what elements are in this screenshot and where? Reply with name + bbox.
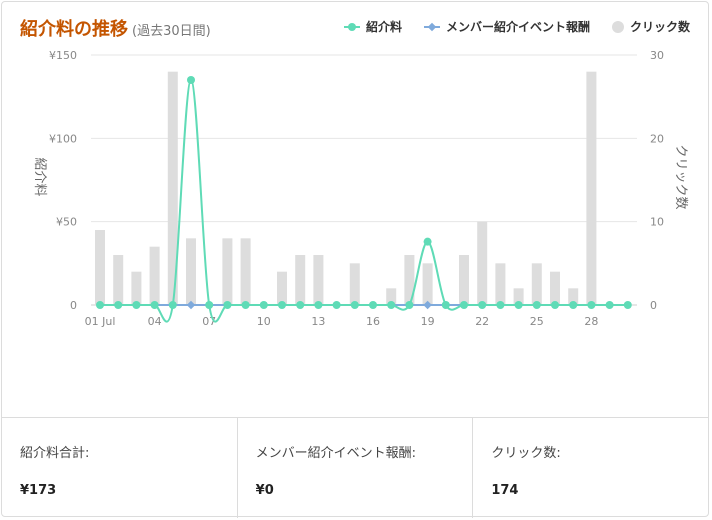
summary-footer: 紹介料合計: ¥173 メンバー紹介イベント報酬: ¥0 クリック数: 174 [2,417,708,518]
legend-item-member-event-reward[interactable]: メンバー紹介イベント報酬 [423,18,590,35]
x-tick-label: 04 [148,315,162,328]
y-right-tick-label: 20 [650,132,664,145]
referral-fee-point [441,301,450,309]
referral-fee-line [100,78,628,323]
bar [422,263,433,305]
referral-fee-point [387,301,396,309]
stat-value: ¥173 [20,483,57,498]
referral-fee-point [623,301,632,309]
stat-value: ¥0 [255,483,274,498]
bar [186,238,196,305]
y-right-tick-label: 30 [650,49,664,62]
legend-label: 紹介料 [365,20,402,34]
referral-fee-point [423,237,432,246]
stat-label: メンバー紹介イベント報酬: [255,446,417,461]
bar [240,238,251,305]
x-tick-label: 13 [311,315,325,328]
bar [349,263,360,305]
stat-member-event-reward: メンバー紹介イベント報酬: ¥0 [236,418,473,518]
referral-fee-point [259,301,268,309]
chart-plot: 0 0¥50 10¥100 20¥150 30紹介料 クリック数01 Jul 04 07 10 1… [32,49,688,328]
referral-fee-point [369,301,377,309]
bar [113,255,124,305]
legend-item-referral-fee[interactable]: 紹介料 [343,18,402,35]
referral-fee-point [350,301,359,309]
circle-icon [611,20,624,33]
chart-title: 紹介料の推移 [20,19,128,40]
legend-label: メンバー紹介イベント報酬 [445,20,590,34]
bar [550,271,560,305]
referral-fee-point [496,301,505,309]
referral-fee-card: 紹介料の推移 (過去30日間) 紹介料 メンバー紹介イベント報酬 クリック数 00… [1,1,709,518]
referral-fee-point [205,301,214,309]
y-right-tick-label: 0 [650,299,657,312]
bar [295,255,306,305]
referral-fee-point [478,301,487,309]
x-tick-label: 22 [475,315,489,328]
referral-fee-point [96,301,104,309]
referral-fee-point [241,301,250,309]
referral-fee-point [187,76,195,84]
bar [531,263,542,305]
referral-fee-point [223,301,232,309]
line-diamond-icon [423,22,440,31]
y-left-tick-label: ¥100 [49,132,77,145]
referral-fee-point [132,301,141,309]
referral-fee-point [605,301,614,309]
bar [149,246,160,305]
y-right-tick-label: 10 [650,216,664,229]
referral-fee-point [314,301,323,309]
stat-label: 紹介料合計: [20,446,90,461]
bar [477,221,488,305]
bar [131,271,142,305]
stat-clicks: クリック数: 174 [472,418,708,518]
bar [222,238,233,305]
y-right-axis-title: クリック数 [673,144,688,209]
legend-label: クリック数 [629,20,690,34]
x-tick-label: 01 Jul [85,315,116,328]
bar [586,71,597,306]
y-left-tick-label: 0 [70,299,77,312]
x-tick-label: 25 [530,315,544,328]
referral-fee-point [278,301,286,309]
legend-item-clicks[interactable]: クリック数 [611,18,690,35]
referral-fee-point [168,301,177,309]
referral-fee-point [569,301,578,309]
y-left-axis-title: 紹介料 [32,157,47,196]
y-left-tick-label: ¥50 [56,216,77,229]
referral-fee-point [587,301,596,309]
x-tick-label: 16 [366,315,380,328]
referral-fee-point [405,301,414,309]
line-dot-icon [343,22,360,31]
x-tick-label: 19 [421,315,435,328]
referral-fee-point [514,301,523,309]
x-tick-label: 10 [257,315,271,328]
bar [95,230,105,305]
stat-total-referral-fee: 紹介料合計: ¥173 [2,418,237,518]
bar [459,255,469,305]
bar [313,255,324,305]
bar [495,263,506,305]
chart-legend: 紹介料 メンバー紹介イベント報酬 クリック数 [343,18,690,35]
referral-fee-point [296,301,305,309]
referral-fee-point [150,301,159,309]
x-tick-label: 28 [584,315,598,328]
stat-label: クリック数: [491,446,561,461]
bar [277,271,287,305]
referral-fee-point [332,301,341,309]
y-left-tick-label: ¥150 [49,49,77,62]
stat-value: 174 [491,483,519,498]
referral-fee-point [460,301,468,309]
referral-fee-point [114,301,123,309]
card-header: 紹介料の推移 (過去30日間) [20,15,211,41]
chart-subtitle: (過去30日間) [132,24,211,39]
referral-fee-point [532,301,541,309]
referral-fee-point [551,301,559,309]
